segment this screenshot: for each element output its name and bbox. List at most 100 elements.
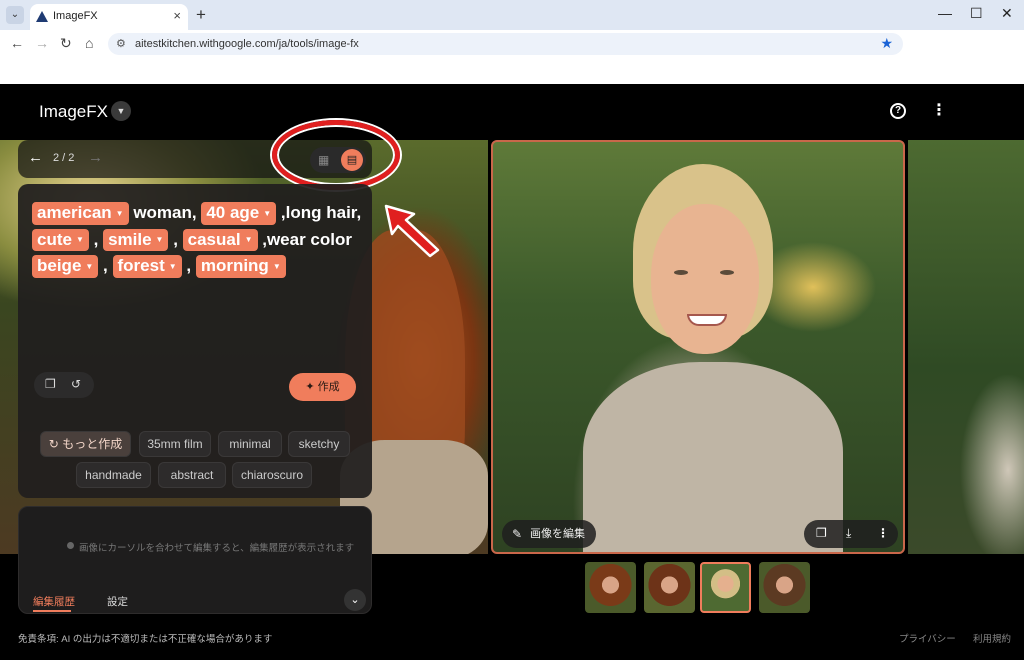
imagefx-app: ImageFX ▼ ? ⋮ ✎ 画像を編集 ❐ ⤓ ⋮ ← 2 / 2 → ▦ … xyxy=(0,84,1024,660)
active-tab-underline xyxy=(33,610,71,612)
chip-dropdown-icon: ▼ xyxy=(85,261,94,271)
tab-close-icon[interactable]: × xyxy=(173,8,181,23)
close-window-icon[interactable]: ✕ xyxy=(1001,5,1013,22)
image-action-group: ❐ ⤓ ⋮ xyxy=(804,520,898,548)
collapse-chevron-icon[interactable]: ⌄ xyxy=(344,589,366,611)
copy-prompt-icon[interactable]: ❐ xyxy=(45,377,56,391)
prompt-plain-text: woman, xyxy=(128,203,202,222)
more-vert-icon[interactable]: ⋮ xyxy=(931,100,947,120)
prompt-chip[interactable]: morning ▼ xyxy=(195,255,286,278)
chip-dropdown-icon: ▼ xyxy=(272,261,281,271)
woman-eye xyxy=(674,270,688,275)
copy-icon[interactable]: ❐ xyxy=(816,526,827,540)
generated-image-selected[interactable]: ✎ 画像を編集 ❐ ⤓ ⋮ xyxy=(491,140,905,554)
app-logo: ImageFX xyxy=(39,102,108,121)
disclaimer-text: 免責条項: AI の出力は不適切または不正確な場合があります xyxy=(18,634,273,645)
imagefx-favicon-icon xyxy=(36,11,48,22)
browser-toolbar: ← → ↻ ⌂ ⚙ aitestkitchen.withgoogle.com/j… xyxy=(0,30,1024,58)
prompt-plain-text: ,long hair, xyxy=(276,203,362,222)
privacy-link[interactable]: プライバシー xyxy=(899,631,956,645)
forward-icon[interactable]: → xyxy=(35,35,49,51)
suggestion-chip[interactable]: abstract xyxy=(158,462,226,488)
prompt-plain-text: , xyxy=(98,256,113,275)
prompt-chip[interactable]: forest ▼ xyxy=(112,255,182,278)
suggestion-chip[interactable]: chiaroscuro xyxy=(232,462,312,488)
reset-prompt-icon[interactable]: ↺ xyxy=(71,377,81,391)
reload-icon[interactable]: ↻ xyxy=(60,35,72,52)
suggestion-chip[interactable]: minimal xyxy=(218,431,282,457)
prompt-chip[interactable]: cute ▼ xyxy=(32,228,89,252)
prompt-text[interactable]: american ▼ woman, 40 age ▼ ,long hair, cut… xyxy=(32,200,362,280)
woman-face xyxy=(651,204,759,354)
thumbnail-image[interactable] xyxy=(585,562,636,613)
chip-dropdown-icon: ▼ xyxy=(263,208,272,218)
info-dot-icon xyxy=(67,542,74,549)
chip-dropdown-icon: ▼ xyxy=(155,235,164,245)
prompt-chip-label: forest xyxy=(117,256,165,275)
site-info-icon[interactable]: ⚙ xyxy=(116,37,126,50)
pencil-icon: ✎ xyxy=(512,527,523,541)
tab-edit-history[interactable]: 編集履歴 xyxy=(33,594,75,609)
refresh-icon: ↻ xyxy=(48,437,63,451)
suggestion-chip[interactable]: 35mm film xyxy=(139,431,211,457)
suggestion-chip[interactable]: sketchy xyxy=(288,431,350,457)
prompt-chip-label: cute xyxy=(37,229,72,249)
generated-image-next[interactable] xyxy=(908,140,1024,554)
new-tab-icon[interactable]: + xyxy=(196,5,206,25)
minimize-icon[interactable]: — xyxy=(938,5,952,21)
address-bar[interactable]: ⚙ aitestkitchen.withgoogle.com/ja/tools/… xyxy=(108,33,903,55)
chip-dropdown-icon: ▼ xyxy=(75,235,84,245)
help-icon[interactable]: ? xyxy=(890,103,906,119)
prompt-chip[interactable]: casual ▼ xyxy=(182,228,258,252)
history-empty-message: 画像にカーソルを合わせて編集すると、編集履歴が表示されます xyxy=(79,543,355,554)
image-counter: 2 / 2 xyxy=(53,152,75,164)
next-image-icon[interactable]: → xyxy=(88,149,103,166)
tab-settings[interactable]: 設定 xyxy=(107,594,128,609)
bookmark-star-icon[interactable]: ★ xyxy=(880,35,893,52)
home-icon[interactable]: ⌂ xyxy=(85,35,93,51)
prompt-plain-text: , xyxy=(88,229,104,249)
prompt-plain-text: , xyxy=(168,229,183,249)
woman-eye xyxy=(720,270,734,275)
edit-image-label: 画像を編集 xyxy=(530,528,585,540)
prompt-plain-text: ,wear color xyxy=(257,229,352,249)
edit-history-panel: 画像にカーソルを合わせて編集すると、編集履歴が表示されます 編集履歴 設定 ⌄ xyxy=(18,506,372,614)
woman-shirt xyxy=(583,362,843,552)
edit-image-button[interactable]: ✎ 画像を編集 xyxy=(502,520,596,548)
url-text[interactable]: aitestkitchen.withgoogle.com/ja/tools/im… xyxy=(135,38,359,50)
tab-search-icon[interactable]: ⌄ xyxy=(6,6,24,24)
create-button-label: 作成 xyxy=(317,381,340,393)
prompt-chip[interactable]: american ▼ xyxy=(32,202,129,225)
thumbnail-image[interactable] xyxy=(759,562,810,613)
more-vert-icon[interactable]: ⋮ xyxy=(877,526,889,540)
prompt-tools: ❐ ↺ xyxy=(34,372,94,398)
prompt-chip-label: beige xyxy=(37,256,82,275)
previous-image-icon[interactable]: ← xyxy=(28,149,43,166)
suggestion-chip[interactable]: handmade xyxy=(76,462,151,488)
prompt-chip[interactable]: 40 age ▼ xyxy=(201,202,277,225)
prompt-chip[interactable]: smile ▼ xyxy=(103,228,169,252)
prompt-chip[interactable]: beige ▼ xyxy=(32,255,99,278)
more-suggestions-label: もっと作成 xyxy=(62,437,123,451)
prompt-plain-text: , xyxy=(181,256,196,275)
highlight-ellipse xyxy=(272,120,400,190)
terms-link[interactable]: 利用規約 xyxy=(973,631,1011,645)
browser-tab[interactable]: ImageFX × xyxy=(30,4,188,30)
download-icon[interactable]: ⤓ xyxy=(846,526,851,541)
prompt-chip-label: casual xyxy=(187,229,241,249)
thumbnail-image-selected[interactable] xyxy=(700,562,751,613)
page-top-margin xyxy=(0,58,1024,84)
app-menu-chevron-icon[interactable]: ▼ xyxy=(111,101,131,121)
create-button[interactable]: ✦ 作成 xyxy=(289,373,356,401)
woman-smile xyxy=(687,314,727,326)
back-icon[interactable]: ← xyxy=(10,35,24,51)
more-suggestions-button[interactable]: ↻ もっと作成 xyxy=(40,431,131,457)
prompt-chip-label: morning xyxy=(200,256,269,275)
maximize-icon[interactable]: ☐ xyxy=(970,5,983,22)
prompt-chip-label: 40 age xyxy=(206,203,260,222)
chip-dropdown-icon: ▼ xyxy=(168,261,177,271)
chip-dropdown-icon: ▼ xyxy=(244,235,253,245)
prompt-chip-label: smile xyxy=(108,229,152,249)
prompt-editor-card: american ▼ woman, 40 age ▼ ,long hair, cut… xyxy=(18,184,372,498)
thumbnail-image[interactable] xyxy=(644,562,695,613)
